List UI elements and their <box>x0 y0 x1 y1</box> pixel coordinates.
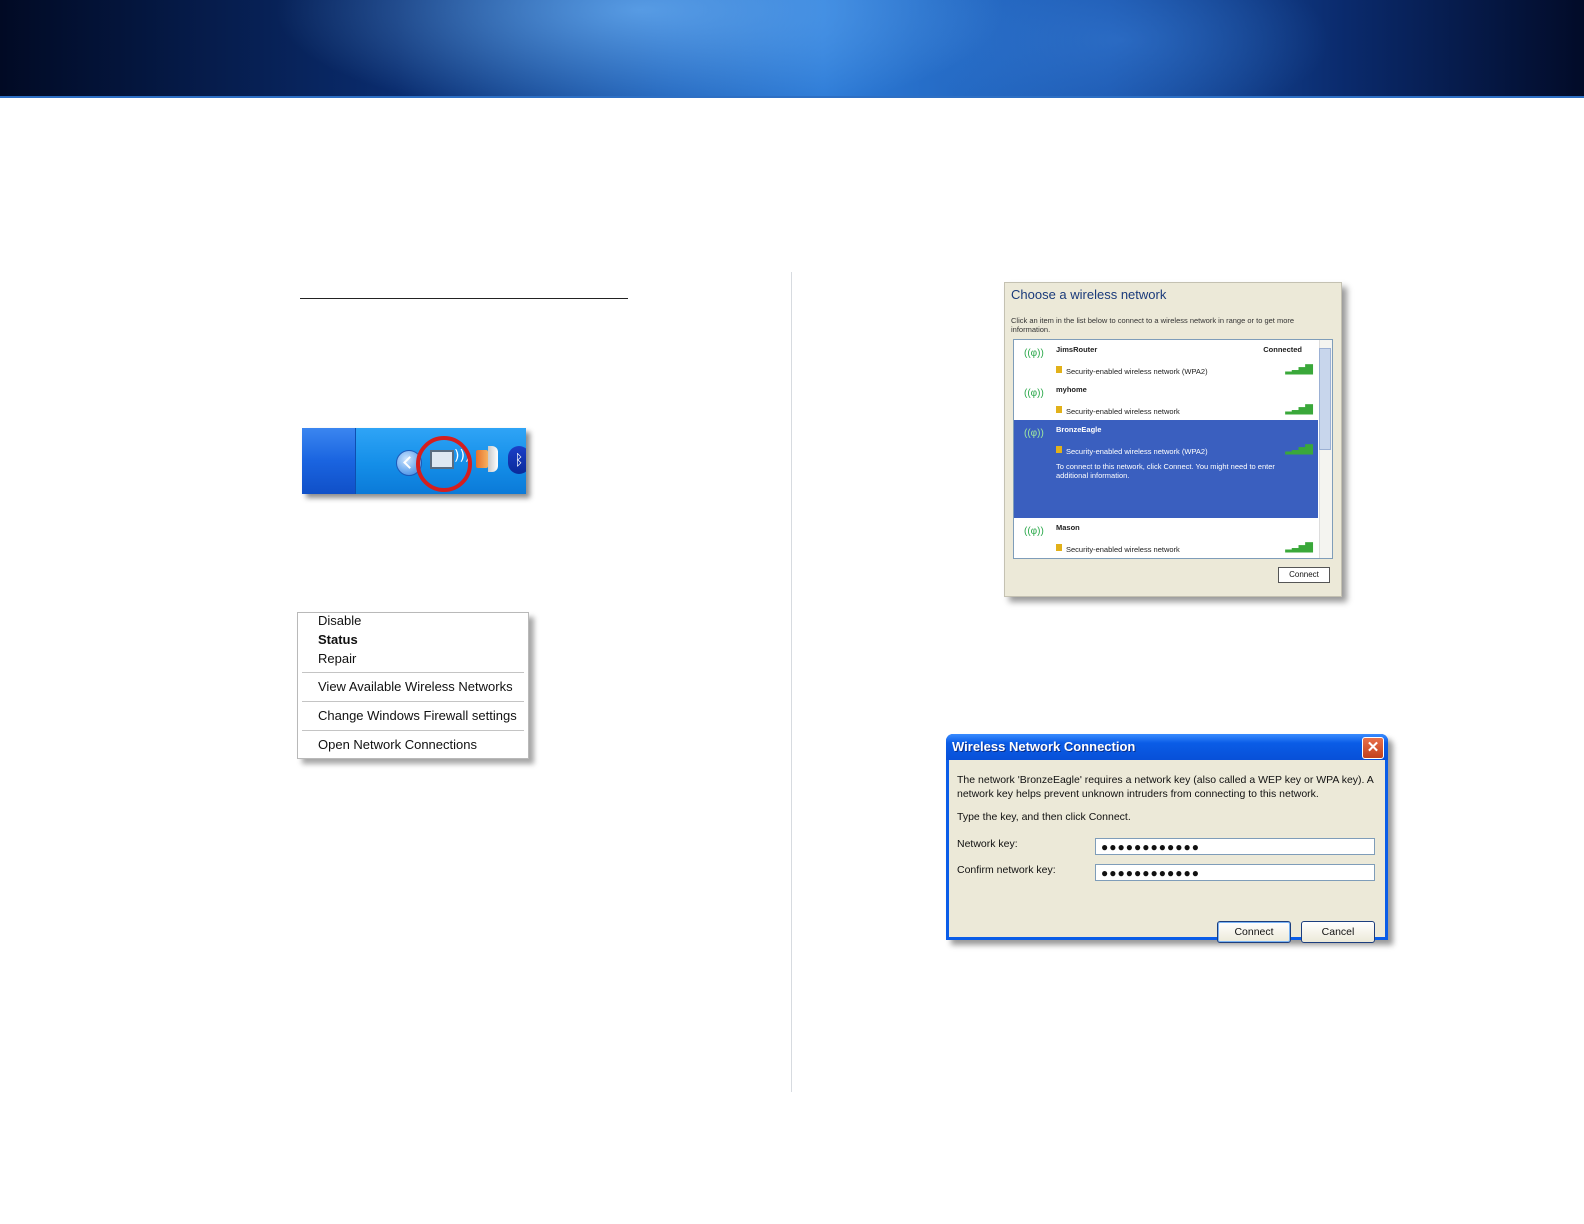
antenna-icon: ((φ)) <box>1024 388 1044 399</box>
signal-strength-icon: ▂▃▅▇ <box>1285 444 1313 455</box>
close-icon[interactable]: ✕ <box>1362 737 1384 759</box>
network-row-bronzeeagle[interactable]: ((φ)) BronzeEagle Security-enabled wirel… <box>1014 420 1318 518</box>
network-name: BronzeEagle <box>1056 425 1102 434</box>
confirm-network-key-input[interactable]: ●●●●●●●●●●●● <box>1095 864 1375 881</box>
menu-item-status[interactable]: Status <box>318 632 358 647</box>
security-text: Security-enabled wireless network <box>1066 545 1180 554</box>
network-key-label: Network key: <box>957 838 1018 850</box>
dialog-message: The network 'BronzeEagle' requires a net… <box>957 774 1374 800</box>
security-text: Security-enabled wireless network (WPA2) <box>1066 447 1208 456</box>
highlight-ring <box>416 436 472 492</box>
network-list: ((φ)) JimsRouter Connected Security-enab… <box>1013 339 1333 559</box>
header-banner <box>0 0 1584 98</box>
dialog-title-bar[interactable]: Wireless Network Connection ✕ <box>946 734 1388 760</box>
connect-button[interactable]: Connect <box>1278 567 1330 583</box>
lock-icon <box>1056 406 1062 413</box>
security-text: Security-enabled wireless network (WPA2) <box>1066 367 1208 376</box>
security-text: Security-enabled wireless network <box>1066 407 1180 416</box>
volume-icon[interactable] <box>476 450 488 468</box>
network-name: myhome <box>1056 385 1087 394</box>
section-heading-rule <box>300 298 628 299</box>
signal-strength-icon: ▂▃▅▇ <box>1285 542 1313 553</box>
menu-item-disable[interactable]: Disable <box>318 613 361 628</box>
antenna-icon: ((φ)) <box>1024 348 1044 359</box>
connected-status: Connected <box>1263 345 1302 354</box>
cancel-button[interactable]: Cancel <box>1301 921 1375 943</box>
menu-separator <box>302 701 524 702</box>
network-key-input[interactable]: ●●●●●●●●●●●● <box>1095 838 1375 855</box>
menu-item-open-network-connections[interactable]: Open Network Connections <box>318 737 477 752</box>
network-row-myhome[interactable]: ((φ)) myhome Security-enabled wireless n… <box>1014 380 1318 420</box>
dialog-instruction: Type the key, and then click Connect. <box>957 811 1131 823</box>
dialog-body: The network 'BronzeEagle' requires a net… <box>949 760 1385 943</box>
connect-button[interactable]: Connect <box>1217 921 1291 943</box>
panel-instructions: Click an item in the list below to conne… <box>1011 316 1295 334</box>
notification-area: ))) ᛒ <box>355 428 526 494</box>
lock-icon <box>1056 446 1062 453</box>
antenna-icon: ((φ)) <box>1024 526 1044 537</box>
lock-icon <box>1056 366 1062 373</box>
lock-icon <box>1056 544 1062 551</box>
volume-cone-icon <box>488 446 498 472</box>
signal-strength-icon: ▂▃▅▇ <box>1285 404 1313 415</box>
choose-wireless-network-panel: Choose a wireless network Click an item … <box>1004 282 1342 597</box>
list-scrollbar[interactable] <box>1319 340 1332 558</box>
signal-strength-icon: ▂▃▅▇ <box>1285 364 1313 375</box>
menu-separator <box>302 730 524 731</box>
menu-separator <box>302 672 524 673</box>
connect-hint: To connect to this network, click Connec… <box>1056 462 1275 480</box>
network-row-jimsrouter[interactable]: ((φ)) JimsRouter Connected Security-enab… <box>1014 340 1318 380</box>
confirm-network-key-label: Confirm network key: <box>957 864 1056 876</box>
antenna-icon: ((φ)) <box>1024 428 1044 439</box>
menu-item-change-firewall-settings[interactable]: Change Windows Firewall settings <box>318 708 517 723</box>
wireless-context-menu: Disable Status Repair View Available Wir… <box>297 612 529 759</box>
network-row-mason[interactable]: ((φ)) Mason Security-enabled wireless ne… <box>1014 518 1318 558</box>
column-divider <box>791 272 792 1092</box>
panel-title: Choose a wireless network <box>1011 287 1167 302</box>
network-name: JimsRouter <box>1056 345 1098 354</box>
menu-item-repair[interactable]: Repair <box>318 651 356 666</box>
system-tray: ))) ᛒ <box>302 428 526 494</box>
wireless-network-connection-dialog: Wireless Network Connection ✕ The networ… <box>946 734 1388 943</box>
dialog-title: Wireless Network Connection <box>952 739 1136 754</box>
network-name: Mason <box>1056 523 1080 532</box>
bluetooth-icon[interactable]: ᛒ <box>508 446 526 474</box>
scrollbar-thumb[interactable] <box>1319 348 1331 450</box>
menu-item-view-available-networks[interactable]: View Available Wireless Networks <box>318 679 513 694</box>
